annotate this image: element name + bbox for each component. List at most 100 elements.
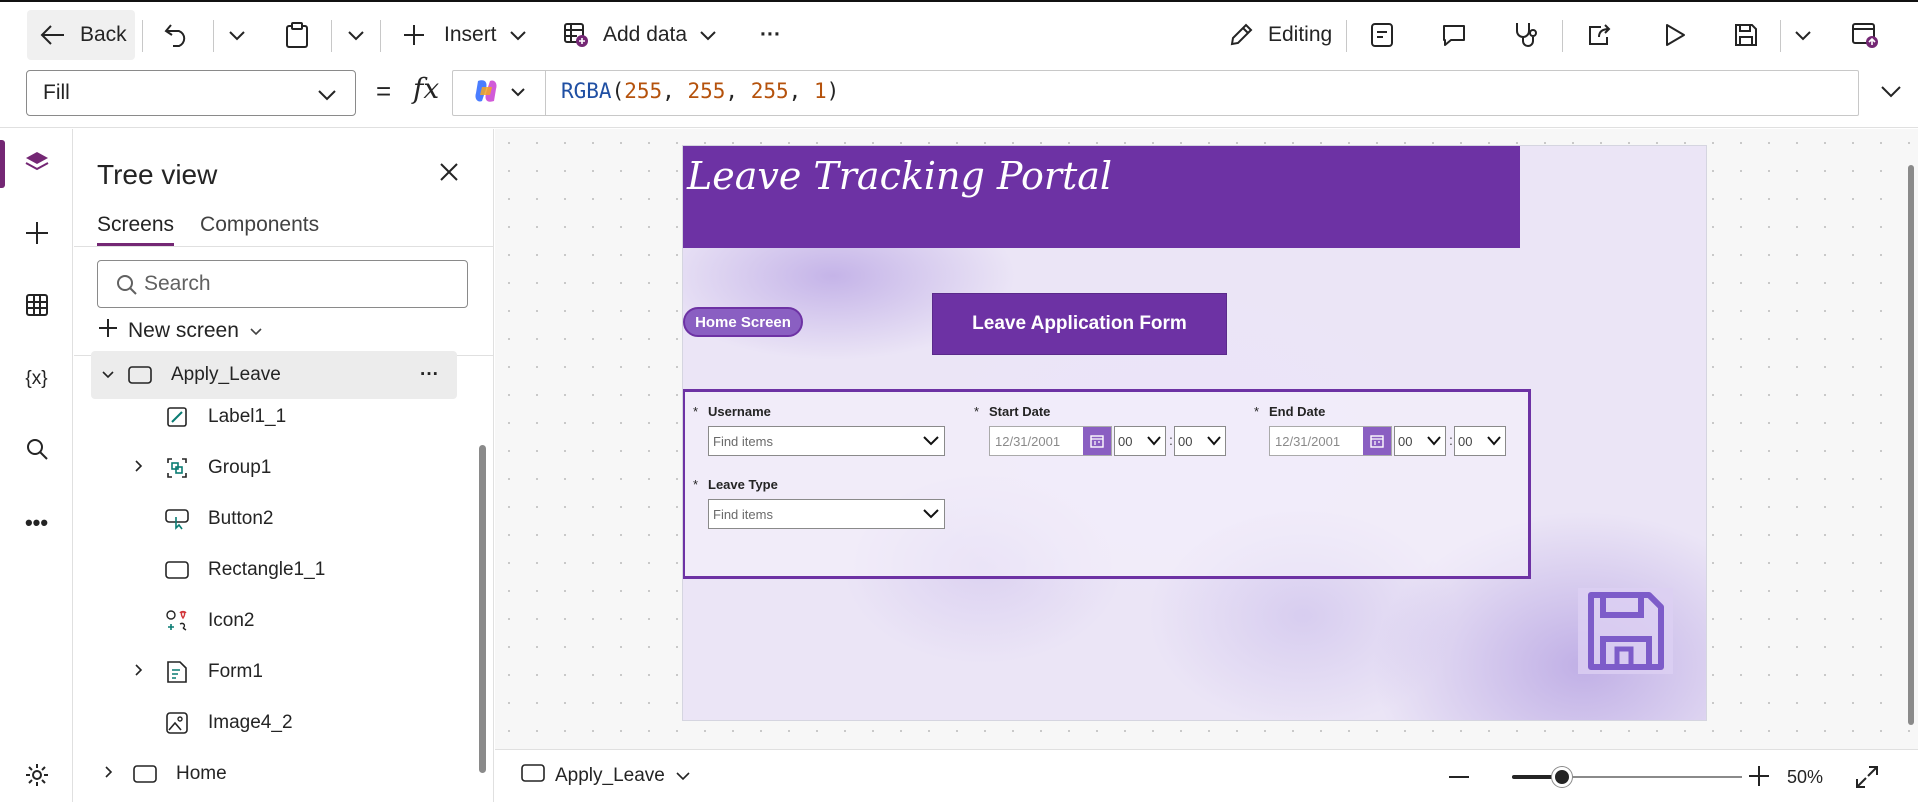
calendar-icon[interactable] — [1083, 427, 1111, 455]
property-value: Fill — [43, 81, 70, 104]
undo-button[interactable] — [164, 10, 190, 60]
close-button[interactable] — [438, 161, 460, 188]
save-dropdown-button[interactable] — [1794, 10, 1812, 60]
left-rail: {x} ••• — [0, 129, 73, 802]
property-dropdown[interactable]: Fill — [26, 70, 356, 116]
preview-button[interactable] — [1664, 10, 1686, 60]
undo-dropdown-button[interactable] — [228, 10, 246, 60]
formula-separator: , — [725, 79, 751, 103]
editing-label: Editing — [1268, 23, 1333, 46]
chevron-down-icon — [675, 765, 691, 787]
data-rail-button[interactable] — [0, 283, 73, 331]
home-screen-button[interactable]: Home Screen — [683, 307, 803, 337]
fx-icon: fx — [413, 72, 440, 105]
screen-selector[interactable]: Apply_Leave — [521, 764, 691, 788]
tree-node-rectangle1-1[interactable]: Rectangle1_1 — [164, 546, 464, 594]
zoom-slider-thumb[interactable] — [1552, 767, 1572, 787]
tree-node-image4-2[interactable]: Image4_2 — [164, 699, 464, 747]
search-rail-button[interactable] — [0, 427, 73, 475]
copilot-button[interactable] — [453, 71, 546, 115]
pencil-icon — [1228, 22, 1254, 48]
publish-button[interactable] — [1851, 10, 1879, 60]
leave-type-dropdown[interactable]: Find items — [708, 499, 945, 529]
search-placeholder: Search — [144, 272, 211, 295]
tree-node-home[interactable]: Home — [104, 750, 464, 798]
plus-icon — [25, 221, 49, 250]
tree-node-apply-leave[interactable]: Apply_Leave ··· — [91, 351, 457, 399]
screen-icon — [132, 765, 158, 783]
end-date-picker[interactable]: 12/31/2001 — [1269, 426, 1392, 456]
more-rail-button[interactable]: ••• — [0, 499, 73, 547]
start-hour-dropdown[interactable]: 00 — [1114, 426, 1166, 456]
chevron-down-icon — [249, 319, 263, 343]
chevron-down-icon — [228, 29, 246, 41]
new-screen-button[interactable]: New screen — [98, 318, 263, 344]
more-button[interactable]: ··· — [760, 10, 781, 60]
end-date-value: 12/31/2001 — [1275, 433, 1341, 449]
zoom-in-button[interactable] — [1747, 764, 1771, 793]
insert-button[interactable]: Insert — [403, 10, 527, 60]
editing-button[interactable]: Editing — [1228, 10, 1332, 60]
floppy-disk-icon — [1587, 592, 1664, 670]
formula-separator: , — [788, 79, 814, 103]
app-checker-button[interactable] — [1513, 10, 1539, 60]
end-minute-dropdown[interactable]: 00 — [1454, 426, 1506, 456]
share-icon — [1587, 23, 1613, 47]
end-hour-dropdown[interactable]: 00 — [1394, 426, 1446, 456]
leave-form[interactable]: * Username Find items * Start Date 12/31… — [683, 389, 1531, 579]
zoom-out-button[interactable] — [1447, 768, 1471, 791]
paste-dropdown-button[interactable] — [347, 10, 365, 60]
chevron-right-icon[interactable] — [134, 457, 148, 479]
tree-node-button2[interactable]: Button2 — [164, 495, 464, 543]
tree-scrollbar[interactable] — [479, 445, 486, 773]
search-input[interactable]: Search — [97, 260, 468, 308]
canvas-scrollbar[interactable] — [1908, 165, 1914, 725]
more-icon[interactable]: ··· — [420, 364, 439, 386]
settings-rail-button[interactable] — [0, 753, 73, 801]
notes-button[interactable] — [1370, 10, 1394, 60]
tab-components[interactable]: Components — [200, 213, 319, 246]
back-button[interactable]: Back — [27, 10, 135, 60]
save-form-icon[interactable] — [1578, 588, 1673, 674]
tree-node-label1-1[interactable]: Label1_1 — [164, 393, 464, 441]
username-dropdown[interactable]: Find items — [708, 426, 945, 456]
paste-button[interactable] — [285, 10, 309, 60]
start-date-picker[interactable]: 12/31/2001 — [989, 426, 1112, 456]
chevron-right-icon[interactable] — [134, 661, 148, 683]
end-date-label: * End Date — [1254, 404, 1325, 419]
formula-input[interactable]: RGBA(255, 255, 255, 1) — [452, 70, 1859, 116]
formula-paren-open: ( — [611, 79, 625, 103]
end-hour-value: 00 — [1398, 433, 1413, 449]
chevron-down-icon[interactable] — [101, 364, 115, 386]
tree-node-icon2[interactable]: Icon2 — [164, 597, 464, 645]
formula-arg: 1 — [813, 79, 827, 103]
form-icon — [164, 660, 190, 684]
current-screen-name: Apply_Leave — [555, 765, 665, 786]
tree-view-rail-button[interactable] — [0, 140, 73, 188]
fit-to-window-button[interactable] — [1855, 765, 1879, 794]
start-minute-dropdown[interactable]: 00 — [1174, 426, 1226, 456]
comments-button[interactable] — [1441, 10, 1467, 60]
divider — [142, 20, 143, 52]
new-screen-label: New screen — [128, 319, 239, 342]
save-button[interactable] — [1734, 10, 1758, 60]
leave-form-button[interactable]: Leave Application Form — [932, 293, 1227, 355]
chevron-down-icon — [699, 29, 717, 41]
expand-formula-button[interactable] — [1880, 84, 1902, 103]
tree-node-group1[interactable]: Group1 — [134, 444, 464, 492]
divider — [331, 20, 332, 52]
layers-icon — [24, 149, 50, 180]
chevron-right-icon[interactable] — [104, 763, 118, 785]
insert-rail-button[interactable] — [0, 211, 73, 259]
tab-screens[interactable]: Screens — [97, 213, 175, 246]
time-separator: : — [1449, 432, 1453, 448]
calendar-icon[interactable] — [1363, 427, 1391, 455]
add-data-button[interactable]: Add data — [563, 10, 717, 60]
rectangle-icon — [164, 561, 190, 579]
variables-rail-button[interactable]: {x} — [0, 355, 73, 403]
share-button[interactable] — [1587, 10, 1613, 60]
tree-node-form1[interactable]: Form1 — [134, 648, 464, 696]
undo-icon — [164, 23, 190, 47]
header-banner[interactable]: Leave Tracking Portal — [683, 146, 1520, 248]
app-screen-preview[interactable]: Leave Tracking Portal Home Screen Leave … — [682, 145, 1707, 721]
